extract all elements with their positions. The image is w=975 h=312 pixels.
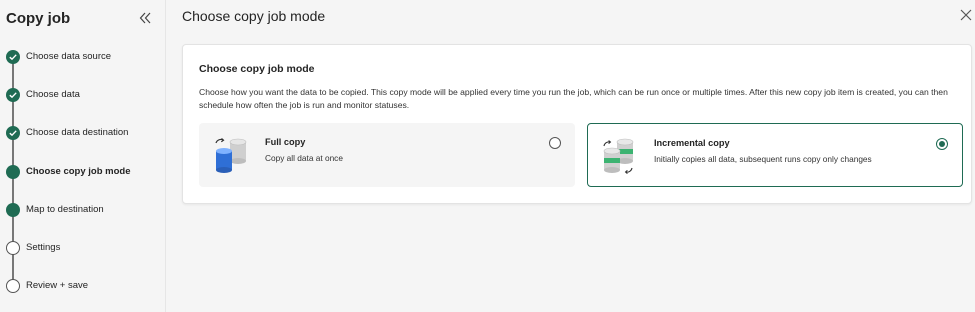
option-title: Incremental copy (654, 138, 730, 148)
step-completed-indicator (6, 88, 20, 102)
full-copy-option[interactable]: Full copy Copy all data at once (199, 123, 575, 187)
close-button[interactable] (958, 7, 974, 23)
close-icon (960, 9, 972, 21)
incremental-copy-database-icon (602, 138, 638, 176)
checkmark-icon (9, 92, 17, 99)
checkmark-icon (9, 130, 17, 137)
step-label: Choose data source (26, 51, 112, 62)
checkmark-icon (9, 54, 17, 61)
option-description: Initially copies all data, subsequent ru… (654, 154, 872, 164)
step-map-to-destination[interactable]: Map to destination (0, 200, 166, 220)
incremental-copy-radio[interactable] (936, 138, 948, 150)
step-label: Map to destination (26, 204, 104, 215)
full-copy-radio[interactable] (549, 137, 561, 149)
collapse-sidebar-button[interactable] (136, 9, 154, 27)
step-choose-copy-job-mode[interactable]: Choose copy job mode (0, 162, 166, 182)
step-current-indicator (6, 165, 20, 179)
step-choose-data[interactable]: Choose data (0, 85, 166, 105)
step-label: Settings (26, 242, 61, 253)
step-completed-indicator (6, 50, 20, 64)
copy-mode-panel: Choose copy job mode Choose how you want… (182, 44, 972, 204)
option-description: Copy all data at once (265, 153, 343, 163)
step-choose-data-destination[interactable]: Choose data destination (0, 123, 166, 143)
page-title: Choose copy job mode (182, 8, 326, 24)
panel-description: Choose how you want the data to be copie… (199, 87, 948, 110)
step-choose-data-source[interactable]: Choose data source (0, 47, 166, 67)
step-current-indicator (6, 203, 20, 217)
wizard-sidebar: Copy job Choose data source Choose data … (0, 0, 166, 312)
step-label: Choose data (26, 89, 80, 100)
step-settings[interactable]: Settings (0, 238, 166, 258)
step-label: Choose data destination (26, 127, 129, 138)
sidebar-title: Copy job (6, 10, 71, 27)
step-upcoming-indicator (6, 241, 20, 255)
step-label: Review + save (26, 280, 89, 291)
chevron-double-left-icon (139, 12, 151, 24)
step-label: Choose copy job mode (26, 166, 131, 177)
panel-title: Choose copy job mode (199, 63, 315, 75)
full-copy-database-icon (213, 137, 249, 175)
radio-selected-dot (939, 141, 945, 147)
option-title: Full copy (265, 137, 306, 147)
incremental-copy-option[interactable]: Incremental copy Initially copies all da… (587, 123, 963, 187)
step-completed-indicator (6, 126, 20, 140)
step-review-save[interactable]: Review + save (0, 276, 166, 296)
step-upcoming-indicator (6, 279, 20, 293)
